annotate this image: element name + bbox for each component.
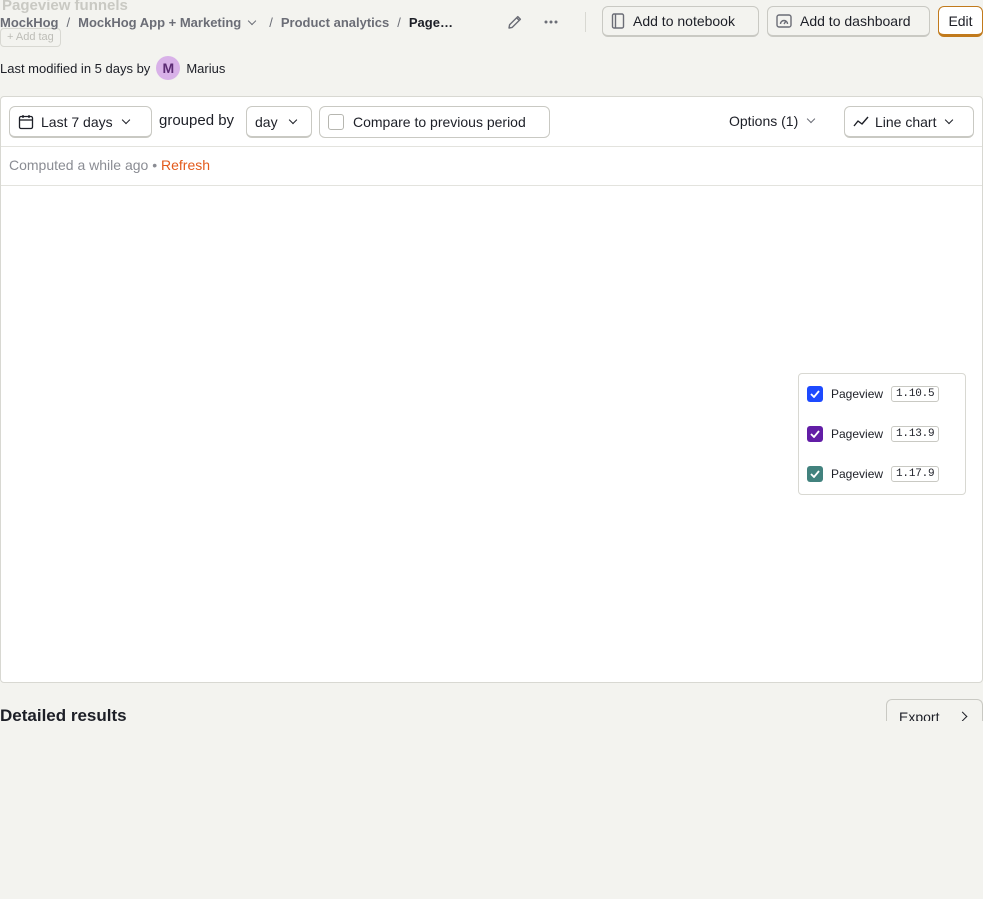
avatar: M bbox=[156, 56, 181, 80]
export-label: Export bbox=[899, 709, 940, 721]
checkmark-icon bbox=[810, 390, 820, 398]
more-button[interactable] bbox=[539, 10, 563, 34]
page-background bbox=[0, 721, 983, 899]
options-label: Options (1) bbox=[729, 113, 799, 129]
legend-label: Pageview bbox=[831, 427, 884, 441]
detailed-results-heading: Detailed results bbox=[0, 706, 127, 722]
breadcrumb-separator: / bbox=[269, 14, 273, 30]
top-bar: Pageview funnels + Add tag MockHog / Moc… bbox=[0, 0, 983, 47]
divider bbox=[1, 185, 982, 186]
grouped-by-label: grouped by bbox=[159, 112, 235, 129]
chevron-down-icon bbox=[807, 114, 816, 124]
compare-toggle[interactable]: Compare to previous period bbox=[319, 106, 550, 138]
legend-checkbox[interactable] bbox=[807, 466, 823, 482]
edit-button[interactable]: Edit bbox=[938, 6, 983, 37]
add-to-dashboard-button[interactable]: Add to dashboard bbox=[767, 6, 930, 37]
author-name: Marius bbox=[186, 60, 226, 76]
bullet-separator: • bbox=[152, 157, 158, 173]
date-range-label: Last 7 days bbox=[41, 113, 113, 130]
notebook-icon bbox=[611, 13, 625, 29]
legend-checkbox[interactable] bbox=[807, 386, 823, 402]
computed-status: Computed a while ago • Refresh bbox=[9, 157, 210, 173]
legend-version-tag: 1.17.9 bbox=[891, 466, 940, 482]
legend-version-tag: 1.10.5 bbox=[891, 386, 940, 402]
refresh-link[interactable]: Refresh bbox=[161, 157, 210, 173]
compare-label: Compare to previous period bbox=[353, 114, 526, 130]
pencil-icon bbox=[508, 15, 522, 29]
add-to-dashboard-label: Add to dashboard bbox=[800, 13, 911, 29]
insight-filters-bar: Last 7 days grouped by day Compare to pr… bbox=[1, 97, 982, 147]
breadcrumb: MockHog / MockHog App + Marketing / Prod… bbox=[0, 12, 453, 32]
chevron-down-icon bbox=[121, 115, 130, 124]
dashboard-gauge-icon bbox=[776, 14, 792, 28]
chevron-down-icon bbox=[945, 115, 954, 124]
insight-card: Last 7 days grouped by day Compare to pr… bbox=[0, 96, 983, 683]
chevron-right-icon bbox=[957, 711, 968, 721]
add-to-notebook-label: Add to notebook bbox=[633, 13, 735, 29]
legend-checkbox[interactable] bbox=[807, 426, 823, 442]
breadcrumb-current: Page… bbox=[408, 14, 453, 30]
add-to-notebook-button[interactable]: Add to notebook bbox=[602, 6, 759, 37]
legend-label: Pageview bbox=[831, 387, 884, 401]
toolbar-divider bbox=[585, 12, 586, 32]
line-chart-icon bbox=[853, 116, 869, 126]
checkmark-icon bbox=[810, 470, 820, 478]
chart-type-select[interactable]: Line chart bbox=[844, 106, 974, 138]
breadcrumb-separator: / bbox=[397, 14, 401, 30]
interval-select[interactable]: day bbox=[246, 106, 312, 138]
breadcrumb-project[interactable]: MockHog App + Marketing bbox=[78, 15, 241, 30]
checkmark-icon bbox=[810, 430, 820, 438]
interval-value: day bbox=[255, 113, 278, 130]
chevron-down-icon bbox=[288, 115, 297, 124]
rename-button[interactable] bbox=[503, 10, 527, 34]
chevron-down-icon[interactable] bbox=[248, 16, 257, 25]
export-button[interactable]: Export bbox=[886, 699, 983, 721]
chart-legend: Pageview 1.10.5 Pageview 1.13.9 Pageview… bbox=[798, 373, 966, 495]
legend-label: Pageview bbox=[831, 467, 884, 481]
last-modified: Last modified in 5 days by M Marius bbox=[0, 56, 225, 80]
legend-item[interactable]: Pageview 1.13.9 bbox=[807, 425, 940, 443]
breadcrumb-product-analytics[interactable]: Product analytics bbox=[281, 15, 389, 30]
date-range-button[interactable]: Last 7 days bbox=[9, 106, 152, 138]
compare-checkbox[interactable] bbox=[328, 114, 344, 130]
breadcrumb-organization[interactable]: MockHog bbox=[0, 15, 59, 30]
add-tag-label: Add tag bbox=[15, 31, 54, 43]
legend-item[interactable]: Pageview 1.10.5 bbox=[807, 385, 940, 403]
last-modified-text: Last modified in 5 days by bbox=[0, 60, 151, 76]
breadcrumb-separator: / bbox=[66, 14, 71, 30]
legend-item[interactable]: Pageview 1.17.9 bbox=[807, 465, 940, 483]
chart-type-label: Line chart bbox=[875, 113, 937, 130]
legend-version-tag: 1.13.9 bbox=[891, 426, 940, 442]
calendar-icon bbox=[18, 114, 34, 129]
options-button[interactable]: Options (1) bbox=[729, 113, 816, 129]
computed-text: Computed a while ago bbox=[9, 157, 149, 173]
more-horizontal-icon bbox=[544, 20, 558, 24]
